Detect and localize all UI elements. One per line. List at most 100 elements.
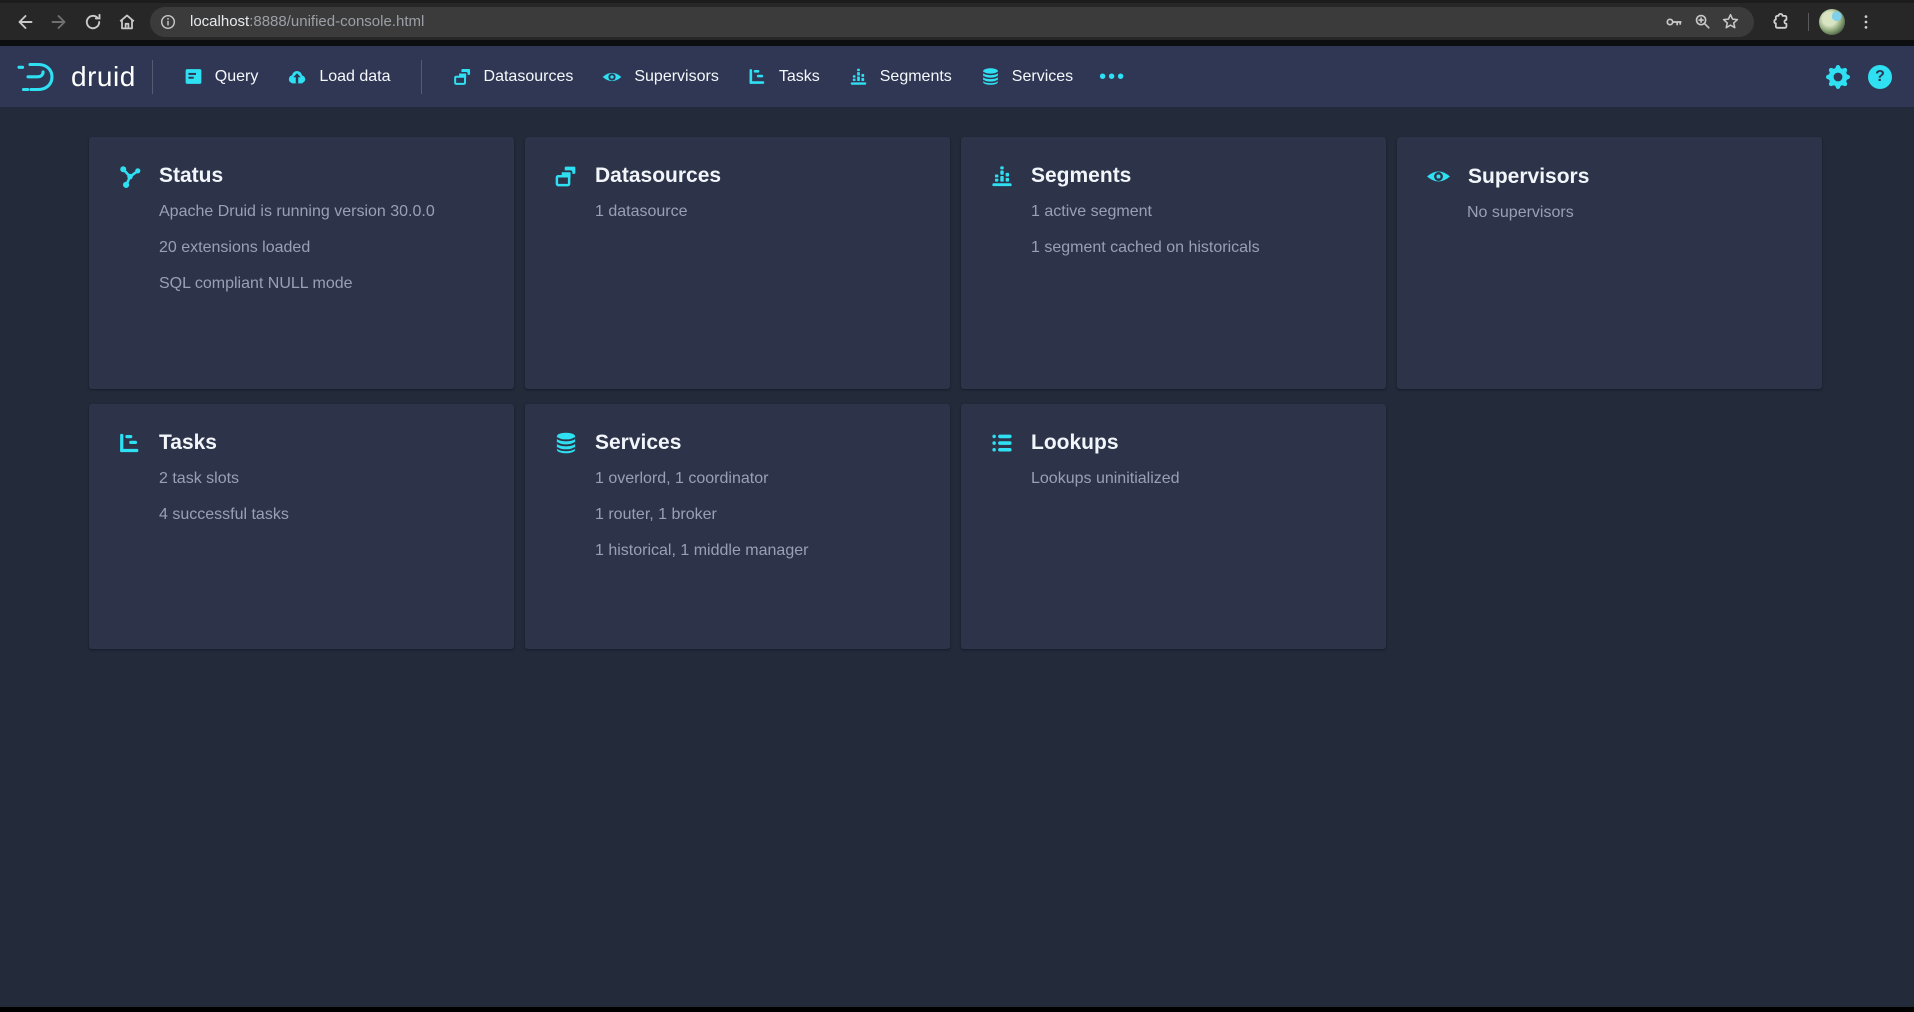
nav-item-tasks[interactable]: Tasks <box>733 46 834 107</box>
home-icon[interactable] <box>110 5 144 39</box>
eye-icon <box>1425 163 1452 190</box>
segments-card[interactable]: Segments 1 active segment 1 segment cach… <box>961 137 1386 389</box>
more-menu-button[interactable]: ••• <box>1087 67 1138 87</box>
kebab-menu-icon[interactable] <box>1849 5 1883 39</box>
nav-item-label: Tasks <box>779 68 820 86</box>
card-title: Datasources <box>595 164 721 188</box>
app-window-icon <box>183 66 204 87</box>
druid-logo-icon <box>16 59 62 95</box>
card-header: Datasources <box>553 163 922 189</box>
avatar[interactable] <box>1819 9 1845 35</box>
card-title: Supervisors <box>1468 165 1589 189</box>
graph-icon <box>117 163 143 189</box>
back-arrow-icon[interactable] <box>8 5 42 39</box>
lookups-card[interactable]: Lookups Lookups uninitialized <box>961 404 1386 649</box>
nav-item-label: Datasources <box>484 68 574 86</box>
bar-chart-icon <box>848 66 869 87</box>
bar-chart-icon <box>989 163 1015 189</box>
url-text[interactable]: localhost:8888/unified-console.html <box>190 13 424 30</box>
tasks-card[interactable]: Tasks 2 task slots 4 successful tasks <box>89 404 514 649</box>
nav-right-controls: ? <box>1826 65 1892 89</box>
nav-item-label: Query <box>215 68 259 86</box>
cloud-upload-icon <box>286 66 308 88</box>
toolbar-separator <box>1808 13 1809 31</box>
card-body: Apache Druid is running version 30.0.0 2… <box>159 204 486 292</box>
gantt-icon <box>117 430 143 456</box>
card-header: Segments <box>989 163 1358 189</box>
card-line: 20 extensions loaded <box>159 240 486 257</box>
multiple-cubes-icon <box>452 66 473 87</box>
multiple-cubes-icon <box>553 163 579 189</box>
card-line: Lookups uninitialized <box>1031 471 1358 488</box>
nav-item-supervisors[interactable]: Supervisors <box>587 46 732 107</box>
forward-arrow-icon[interactable] <box>42 5 76 39</box>
card-body: Lookups uninitialized <box>1031 471 1358 488</box>
address-bar[interactable]: localhost:8888/unified-console.html <box>150 7 1754 37</box>
reload-icon[interactable] <box>76 5 110 39</box>
url-host: localhost <box>190 13 249 30</box>
druid-logo[interactable]: druid <box>16 59 136 95</box>
druid-navbar: druid Query Load data Datasources Superv… <box>0 46 1914 107</box>
database-icon <box>980 66 1001 87</box>
zoom-magnifier-icon[interactable] <box>1688 8 1716 36</box>
card-header: Tasks <box>117 430 486 456</box>
card-title: Status <box>159 164 223 188</box>
help-icon[interactable]: ? <box>1868 65 1892 89</box>
card-body: 2 task slots 4 successful tasks <box>159 471 486 524</box>
card-header: Lookups <box>989 430 1358 456</box>
card-line: 2 task slots <box>159 471 486 488</box>
url-path: :8888/unified-console.html <box>249 13 424 30</box>
bookmark-star-icon[interactable] <box>1716 8 1744 36</box>
list-icon <box>989 430 1015 456</box>
card-body: 1 datasource <box>595 204 922 221</box>
card-line: No supervisors <box>1467 205 1794 222</box>
nav-item-segments[interactable]: Segments <box>834 46 966 107</box>
nav-divider <box>421 60 422 94</box>
eye-icon <box>601 66 623 88</box>
card-line: 1 router, 1 broker <box>595 507 922 524</box>
card-body: 1 active segment 1 segment cached on his… <box>1031 204 1358 257</box>
nav-divider <box>152 60 153 94</box>
card-title: Segments <box>1031 164 1131 188</box>
card-line: 1 overlord, 1 coordinator <box>595 471 922 488</box>
card-line: 1 datasource <box>595 204 922 221</box>
card-title: Lookups <box>1031 431 1119 455</box>
gear-icon[interactable] <box>1826 65 1850 89</box>
browser-right-controls <box>1764 5 1883 39</box>
services-card[interactable]: Services 1 overlord, 1 coordinator 1 rou… <box>525 404 950 649</box>
card-body: No supervisors <box>1467 205 1794 222</box>
cards-row-1: Status Apache Druid is running version 3… <box>89 137 1914 389</box>
card-line: SQL compliant NULL mode <box>159 276 486 293</box>
card-body: 1 overlord, 1 coordinator 1 router, 1 br… <box>595 471 922 559</box>
datasources-card[interactable]: Datasources 1 datasource <box>525 137 950 389</box>
card-line: 1 historical, 1 middle manager <box>595 543 922 560</box>
nav-item-label: Segments <box>880 68 952 86</box>
password-key-icon[interactable] <box>1660 8 1688 36</box>
card-header: Services <box>553 430 922 456</box>
window-bottom-edge <box>0 1007 1914 1012</box>
nav-item-label: Supervisors <box>634 68 718 86</box>
supervisors-card[interactable]: Supervisors No supervisors <box>1397 137 1822 389</box>
home-view: Status Apache Druid is running version 3… <box>0 107 1914 649</box>
status-card[interactable]: Status Apache Druid is running version 3… <box>89 137 514 389</box>
info-icon[interactable] <box>154 8 182 36</box>
nav-item-load-data[interactable]: Load data <box>272 46 404 107</box>
gantt-icon <box>747 66 768 87</box>
database-icon <box>553 430 579 456</box>
brand-text: druid <box>71 61 136 93</box>
card-header: Status <box>117 163 486 189</box>
nav-item-query[interactable]: Query <box>169 46 273 107</box>
card-line: 1 active segment <box>1031 204 1358 221</box>
card-line: Apache Druid is running version 30.0.0 <box>159 204 486 221</box>
browser-toolbar: localhost:8888/unified-console.html <box>0 0 1914 40</box>
card-title: Tasks <box>159 431 217 455</box>
nav-item-services[interactable]: Services <box>966 46 1087 107</box>
nav-item-label: Services <box>1012 68 1073 86</box>
nav-item-datasources[interactable]: Datasources <box>438 46 588 107</box>
puzzle-icon[interactable] <box>1764 5 1798 39</box>
card-line: 4 successful tasks <box>159 507 486 524</box>
card-header: Supervisors <box>1425 163 1794 190</box>
nav-item-label: Load data <box>319 68 390 86</box>
cards-row-2: Tasks 2 task slots 4 successful tasks Se… <box>89 404 1914 649</box>
card-title: Services <box>595 431 681 455</box>
